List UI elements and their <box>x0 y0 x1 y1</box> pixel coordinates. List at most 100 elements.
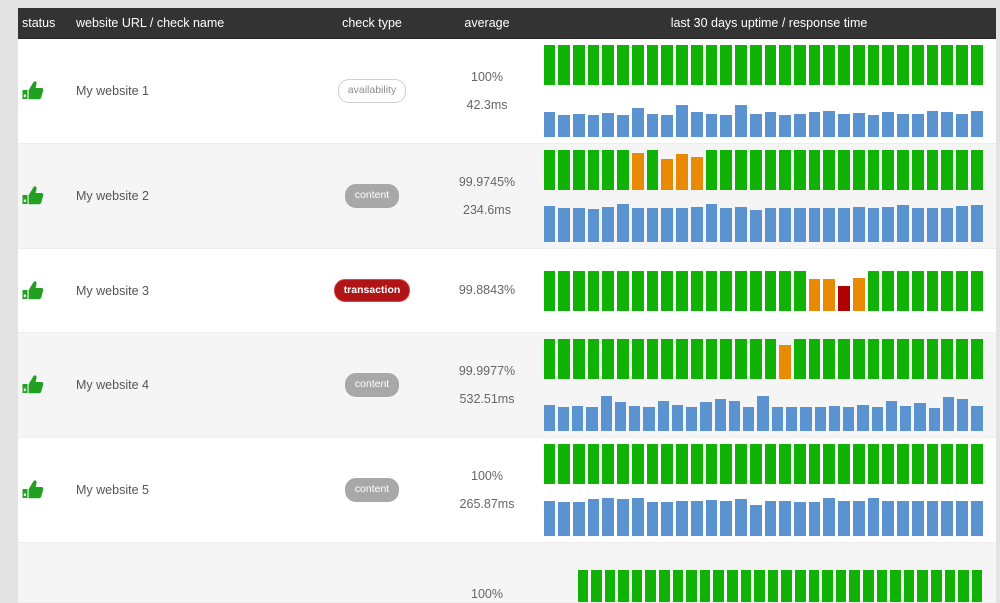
uptime-slot[interactable] <box>822 45 837 85</box>
response-time-bar[interactable] <box>882 206 895 242</box>
uptime-bar-up[interactable] <box>659 570 670 602</box>
table-row[interactable]: My website 2 content 99.9745% 234.6ms <box>18 144 996 249</box>
uptime-slot[interactable] <box>778 270 793 311</box>
response-slot[interactable] <box>837 496 852 536</box>
uptime-bar-up[interactable] <box>944 570 956 602</box>
uptime-slot[interactable] <box>753 570 767 602</box>
uptime-slot[interactable] <box>763 270 778 311</box>
response-slot[interactable] <box>748 496 763 536</box>
uptime-slot[interactable] <box>866 150 881 190</box>
uptime-bar-up[interactable] <box>572 150 585 190</box>
uptime-bar-up[interactable] <box>867 150 880 190</box>
uptime-bar-up[interactable] <box>705 270 718 311</box>
response-time-bar[interactable] <box>882 500 895 536</box>
response-slot[interactable] <box>601 97 616 137</box>
response-slot[interactable] <box>881 496 896 536</box>
uptime-bar-up[interactable] <box>808 570 820 602</box>
website-name-label[interactable]: My website 4 <box>76 378 149 392</box>
uptime-slot[interactable] <box>616 45 631 85</box>
uptime-slot[interactable] <box>778 150 793 190</box>
uptime-slot[interactable] <box>881 270 896 311</box>
uptime-bar-up[interactable] <box>911 444 924 484</box>
response-time-bar[interactable] <box>808 501 821 536</box>
uptime-slot[interactable] <box>557 270 572 311</box>
uptime-slot[interactable] <box>748 270 763 311</box>
uptime-bar-up[interactable] <box>890 570 901 602</box>
uptime-bar-up[interactable] <box>735 270 747 311</box>
uptime-slot[interactable] <box>837 339 852 379</box>
uptime-bar-up[interactable] <box>767 570 779 602</box>
response-slot[interactable] <box>727 391 741 431</box>
uptime-slot[interactable] <box>807 570 821 602</box>
response-time-bar[interactable] <box>543 500 556 536</box>
uptime-bar-warn[interactable] <box>852 277 865 311</box>
response-slot[interactable] <box>630 202 645 242</box>
uptime-bar-up[interactable] <box>867 270 880 311</box>
response-slot[interactable] <box>748 97 763 137</box>
uptime-slot[interactable] <box>689 150 704 190</box>
response-slot[interactable] <box>719 97 734 137</box>
table-row[interactable]: My website 1 availability 100% 42.3ms <box>18 39 996 144</box>
response-slot[interactable] <box>599 391 613 431</box>
uptime-bar-warn[interactable] <box>823 278 836 311</box>
response-time-bar[interactable] <box>793 207 806 242</box>
response-slot[interactable] <box>969 496 984 536</box>
uptime-slot[interactable] <box>778 45 793 85</box>
response-slot[interactable] <box>807 97 822 137</box>
uptime-slot[interactable] <box>848 570 862 602</box>
response-slot[interactable] <box>704 202 719 242</box>
uptime-slot[interactable] <box>910 150 925 190</box>
uptime-bar-up[interactable] <box>735 339 747 379</box>
uptime-bar-up[interactable] <box>572 270 585 311</box>
uptime-bar-up[interactable] <box>823 45 836 85</box>
uptime-slot[interactable] <box>881 150 896 190</box>
uptime-bar-up[interactable] <box>705 339 718 379</box>
uptime-slot[interactable] <box>889 570 903 602</box>
uptime-slot[interactable] <box>712 570 726 602</box>
check-type-badge-content[interactable]: content <box>344 478 400 502</box>
response-slot[interactable] <box>778 97 793 137</box>
uptime-bar-up[interactable] <box>930 570 942 602</box>
response-time-bar[interactable] <box>690 500 703 536</box>
uptime-bar-up[interactable] <box>764 45 777 85</box>
response-time-bar[interactable] <box>558 501 570 536</box>
uptime-bar-up[interactable] <box>795 570 806 602</box>
table-row[interactable]: My website 4 content 99.9977% 532.51ms <box>18 333 996 438</box>
response-slot[interactable] <box>822 202 837 242</box>
response-slot[interactable] <box>910 97 925 137</box>
response-time-bar[interactable] <box>657 401 669 431</box>
response-time-bar[interactable] <box>631 108 644 137</box>
uptime-slot[interactable] <box>616 444 631 484</box>
uptime-bar-up[interactable] <box>917 570 928 602</box>
response-slot[interactable] <box>645 202 660 242</box>
uptime-bar-up[interactable] <box>926 339 939 379</box>
thumbs-up-icon[interactable] <box>22 280 44 301</box>
uptime-slot[interactable] <box>940 150 955 190</box>
uptime-bar-up[interactable] <box>587 150 600 190</box>
uptime-bar-up[interactable] <box>713 570 725 602</box>
uptime-bar-up[interactable] <box>956 270 968 311</box>
uptime-bar-up[interactable] <box>971 570 983 602</box>
response-slot[interactable] <box>940 202 955 242</box>
uptime-slot[interactable] <box>644 570 658 602</box>
uptime-slot[interactable] <box>837 150 852 190</box>
response-slot[interactable] <box>799 391 813 431</box>
uptime-slot[interactable] <box>557 150 572 190</box>
uptime-slot[interactable] <box>719 444 734 484</box>
response-time-bar[interactable] <box>897 500 909 536</box>
response-slot[interactable] <box>630 496 645 536</box>
uptime-bar-up[interactable] <box>852 339 865 379</box>
uptime-bar-up[interactable] <box>764 150 777 190</box>
response-time-bar[interactable] <box>543 112 556 137</box>
response-time-bar[interactable] <box>600 395 612 431</box>
uptime-slot[interactable] <box>671 570 685 602</box>
response-time-bar[interactable] <box>602 206 615 242</box>
uptime-slot[interactable] <box>943 570 957 602</box>
response-time-bar[interactable] <box>749 210 762 242</box>
uptime-slot[interactable] <box>734 45 749 85</box>
uptime-slot[interactable] <box>792 270 807 311</box>
uptime-bar-up[interactable] <box>849 570 860 602</box>
response-slot[interactable] <box>689 97 704 137</box>
response-time-bar[interactable] <box>852 113 865 137</box>
uptime-slot[interactable] <box>866 45 881 85</box>
